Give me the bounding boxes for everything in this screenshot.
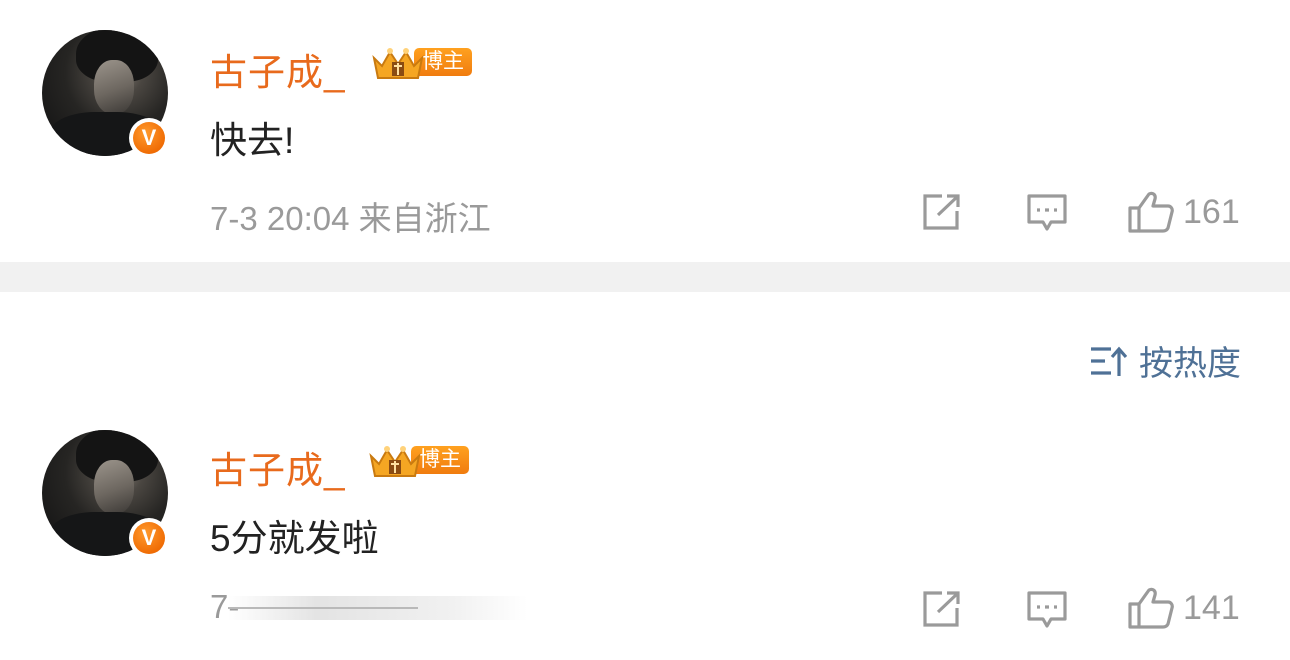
verified-v-icon: V [129, 518, 169, 558]
sort-by-hot-button[interactable]: 按热度 [1089, 336, 1241, 385]
crown-icon [367, 442, 423, 478]
comment-icon [1027, 591, 1067, 628]
blogger-badge: 博主 [367, 442, 469, 478]
blogger-badge: 博主 [370, 44, 472, 80]
comment-button[interactable] [1025, 192, 1069, 234]
username[interactable]: 古子成_ [210, 42, 346, 96]
sort-icon [1091, 346, 1127, 376]
like-button[interactable]: 141 [1127, 586, 1240, 630]
like-button[interactable]: 161 [1127, 190, 1240, 234]
username[interactable]: 古子成_ [210, 440, 346, 494]
crown-icon [370, 44, 426, 80]
thumbs-up-icon [1128, 191, 1174, 233]
like-count: 161 [1183, 192, 1240, 231]
section-divider [0, 262, 1290, 292]
like-count: 141 [1183, 588, 1240, 627]
share-icon [923, 194, 960, 230]
comment-text: 快去! [210, 120, 295, 161]
comment-item: V 古子成_ 博主 5分就发啦 7- 141 [0, 398, 1290, 660]
comment-item: V 古子成_ 博主 快去! 7-3 20:04 来自浙江 161 [0, 0, 1290, 262]
share-icon [923, 591, 960, 627]
blurred-meta [228, 596, 528, 620]
comment-icon [1027, 194, 1067, 231]
share-button[interactable] [920, 588, 964, 630]
comment-meta: 7-3 20:04 来自浙江 [210, 200, 491, 237]
share-button[interactable] [920, 191, 964, 233]
verified-v-icon: V [129, 118, 169, 158]
comment-text: 5分就发啦 [210, 518, 379, 559]
thumbs-up-icon [1128, 587, 1174, 629]
sort-label: 按热度 [1139, 345, 1241, 383]
comment-button[interactable] [1025, 589, 1069, 631]
